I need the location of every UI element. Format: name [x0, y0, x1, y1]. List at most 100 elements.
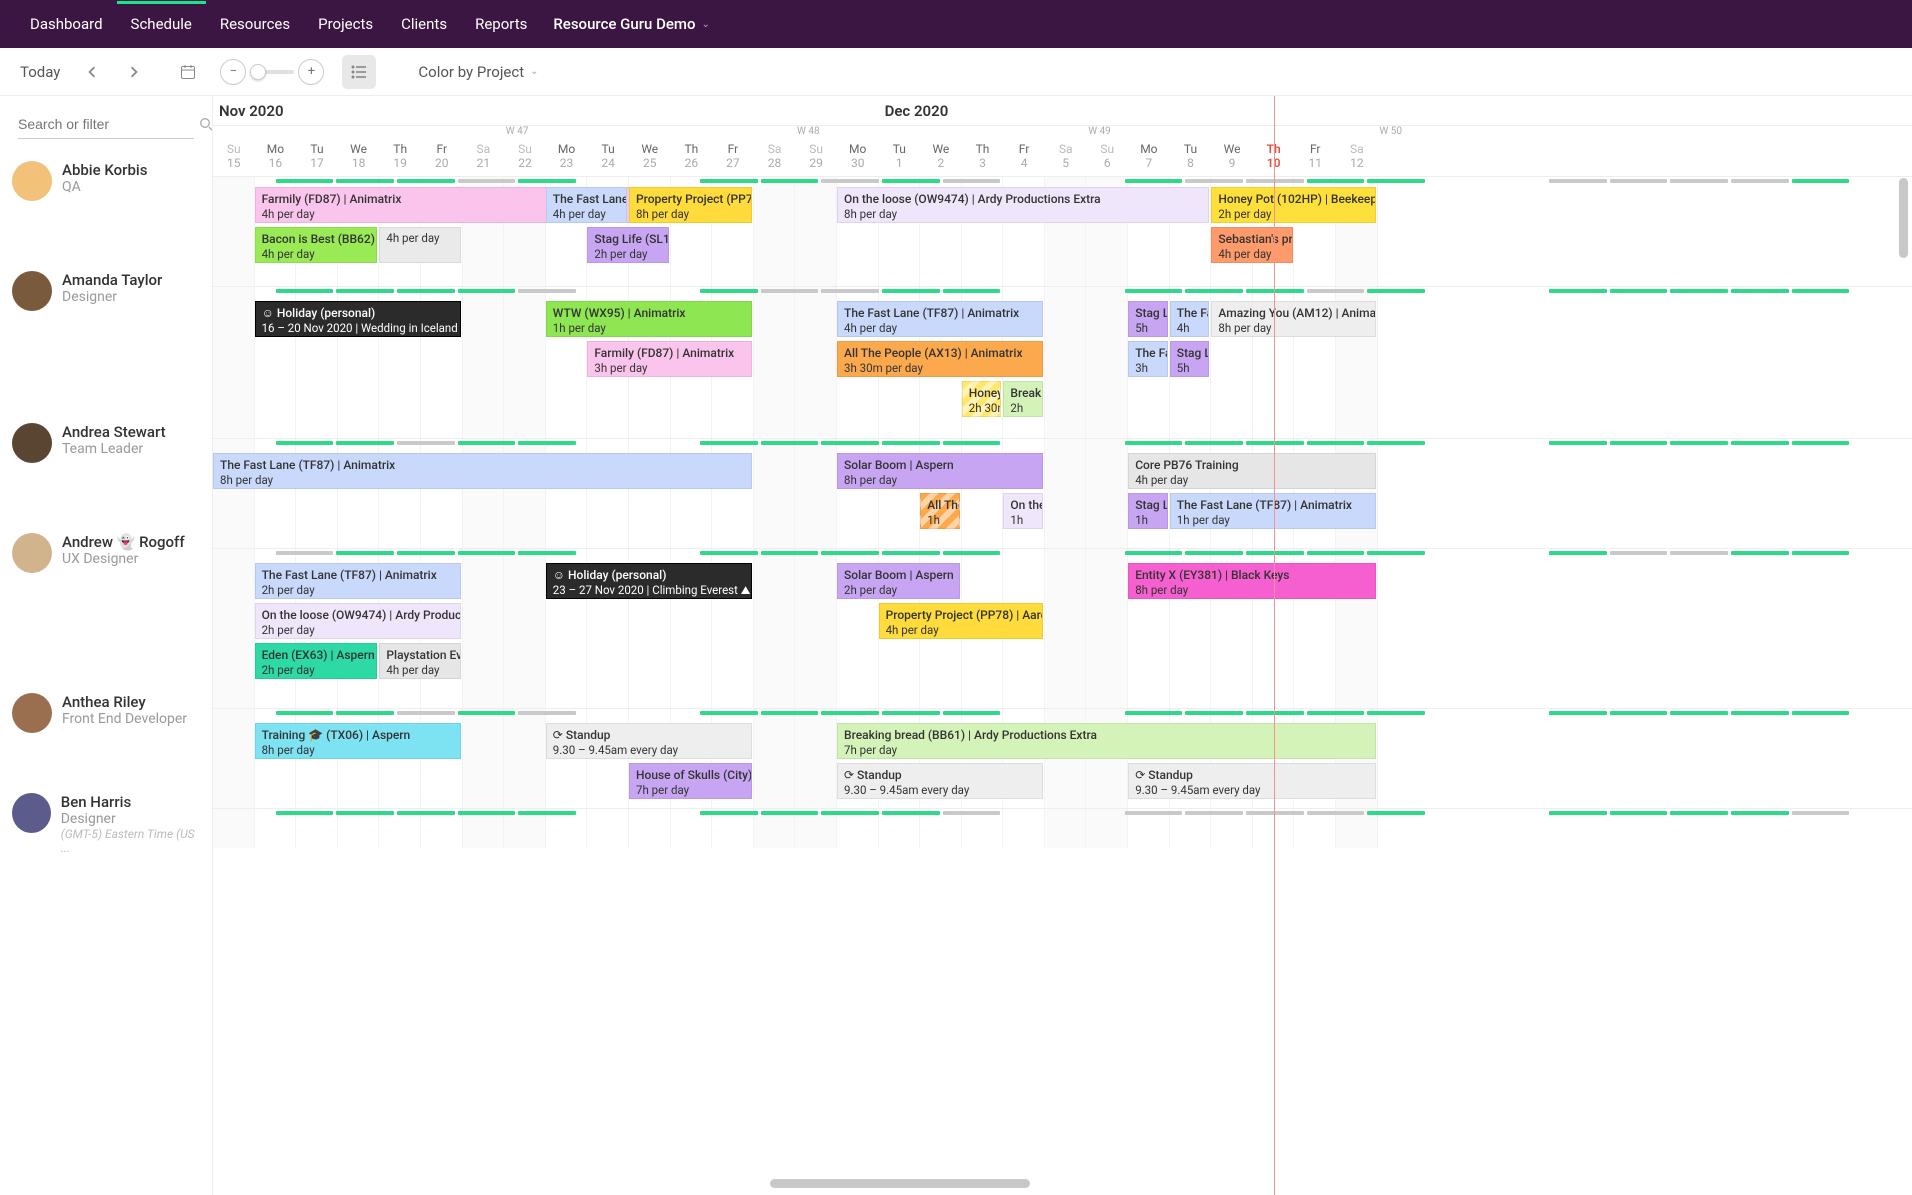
day-header[interactable]: Th19 [379, 140, 421, 176]
horizontal-scrollbar[interactable] [210, 1179, 1892, 1191]
day-header[interactable]: Fr20 [421, 140, 463, 176]
booking[interactable]: On the loose (OW9474) | Ardy Productions… [837, 187, 1209, 223]
day-header[interactable]: Su6 [1086, 140, 1128, 176]
day-header[interactable]: Sa28 [754, 140, 796, 176]
nav-projects[interactable]: Projects [304, 1, 387, 47]
timeline-row[interactable]: ☺ Holiday (personal)16 – 20 Nov 2020 | W… [213, 286, 1912, 438]
zoom-slider[interactable] [250, 70, 294, 74]
day-header[interactable]: Tu24 [587, 140, 629, 176]
search-input[interactable] [18, 116, 199, 132]
account-switcher[interactable]: Resource Guru Demo ⌄ [553, 15, 710, 33]
prev-button[interactable] [76, 56, 108, 88]
day-header[interactable]: Su15 [213, 140, 255, 176]
booking[interactable]: Training 🎓 (TX06) | Aspern8h per day [255, 723, 461, 759]
booking[interactable]: Honey Pot2h 30m [962, 381, 1002, 417]
booking[interactable]: ☺ Holiday (personal)23 – 27 Nov 2020 | C… [546, 563, 752, 599]
day-header[interactable]: We25 [629, 140, 671, 176]
day-header[interactable]: Sa21 [463, 140, 505, 176]
day-header[interactable]: Sa5 [1045, 140, 1087, 176]
zoom-out-button[interactable]: − [220, 59, 246, 85]
booking[interactable]: House of Skulls (City) (HF)7h per day [629, 763, 752, 799]
booking[interactable]: Sebastian's project4h per day [1211, 227, 1292, 263]
timeline-row[interactable]: The Fast Lane (TF87) | Animatrix8h per d… [213, 438, 1912, 548]
booking[interactable]: The Fast Lane (TF87) | Animatrix4h per d… [837, 301, 1043, 337]
resource-row[interactable]: Amanda TaylorDesigner [0, 259, 212, 411]
day-header[interactable]: Fr27 [712, 140, 754, 176]
zoom-handle[interactable] [250, 64, 266, 80]
booking[interactable]: Stag Life5h [1170, 341, 1210, 377]
day-header[interactable]: Th3 [962, 140, 1004, 176]
booking[interactable]: ⟳ Standup9.30 – 9.45am every day [546, 723, 752, 759]
booking[interactable]: Stag Life (SL13)5h [1128, 301, 1168, 337]
booking[interactable]: Farmily (FD87) | Animatrix3h per day [587, 341, 751, 377]
booking[interactable]: All The People1h [920, 493, 960, 529]
day-header[interactable]: Th26 [671, 140, 713, 176]
booking[interactable]: WTW (WX95) | Animatrix1h per day [546, 301, 752, 337]
booking[interactable]: Stag Life1h [1128, 493, 1168, 529]
booking[interactable]: Property Project (PP78) | Aardvark4h per… [879, 603, 1043, 639]
day-header[interactable]: Fr11 [1294, 140, 1336, 176]
today-button[interactable]: Today [20, 63, 60, 81]
nav-clients[interactable]: Clients [387, 1, 461, 47]
booking[interactable]: Core PB76 Training4h per day [1128, 453, 1376, 489]
booking[interactable]: Eden (EX63) | Aspern2h per day [255, 643, 378, 679]
nav-reports[interactable]: Reports [461, 1, 541, 47]
booking[interactable]: Stag Life (SL13)2h per day [587, 227, 668, 263]
day-header[interactable]: We2 [920, 140, 962, 176]
booking[interactable]: ⟳ Standup9.30 – 9.45am every day [1128, 763, 1376, 799]
resource-row[interactable]: Ben HarrisDesigner(GMT-5) Eastern Time (… [0, 781, 212, 821]
day-header[interactable]: We18 [338, 140, 380, 176]
booking[interactable]: The Fast Lane4h [1170, 301, 1210, 337]
booking[interactable]: Solar Boom | Aspern8h per day [837, 453, 1043, 489]
day-header[interactable]: Tu8 [1170, 140, 1212, 176]
resource-row[interactable]: Abbie KorbisQA [0, 149, 212, 259]
color-by-dropdown[interactable]: Color by Project ⌄ [418, 63, 538, 81]
resource-row[interactable]: Andrea StewartTeam Leader [0, 411, 212, 521]
booking[interactable]: The Fast Lane (TF87) | Animatrix1h per d… [1170, 493, 1376, 529]
zoom-in-button[interactable]: + [298, 59, 324, 85]
booking[interactable]: The Fast Lane3h [1128, 341, 1168, 377]
booking[interactable]: Entity X (EY381) | Black Keys8h per day [1128, 563, 1376, 599]
booking[interactable]: All The People (AX13) | Animatrix3h 30m … [837, 341, 1043, 377]
timeline-row[interactable] [213, 808, 1912, 848]
booking[interactable]: 4h per day [379, 227, 460, 263]
next-button[interactable] [118, 56, 150, 88]
booking[interactable]: Breaking bread (BB61) | Ardy Productions… [837, 723, 1376, 759]
booking[interactable]: Breaking bread2h [1003, 381, 1043, 417]
booking[interactable]: Property Project (PP78) | Aardvark8h per… [629, 187, 752, 223]
booking[interactable]: ☺ Holiday (personal)16 – 20 Nov 2020 | W… [255, 301, 461, 337]
resource-row[interactable]: Anthea RileyFront End Developer [0, 681, 212, 781]
nav-resources[interactable]: Resources [206, 1, 304, 47]
timeline-row[interactable]: Training 🎓 (TX06) | Aspern8h per day ⟳ St… [213, 708, 1912, 808]
resource-row[interactable]: Andrew 👻 RogoffUX Designer [0, 521, 212, 681]
day-header[interactable]: Mo16 [255, 140, 297, 176]
vertical-scrollbar[interactable] [1899, 178, 1908, 258]
day-header[interactable]: Tu17 [296, 140, 338, 176]
nav-schedule[interactable]: Schedule [117, 1, 206, 47]
day-header[interactable]: Fr4 [1003, 140, 1045, 176]
search-filter[interactable] [18, 116, 194, 139]
booking[interactable]: Bacon is Best (BB62) | Ardy Productions4… [255, 227, 378, 263]
booking[interactable]: On the loose1h [1003, 493, 1043, 529]
calendar-picker-button[interactable] [172, 56, 204, 88]
day-header[interactable]: Tu1 [879, 140, 921, 176]
booking[interactable]: Honey Pot (102HP) | Beekeepers2h per day [1211, 187, 1375, 223]
booking[interactable]: The Fast Lane (TF87) | Animatrix2h per d… [255, 563, 461, 599]
day-header[interactable]: Mo30 [837, 140, 879, 176]
booking[interactable]: Amazing You (AM12) | Animatrix8h per day [1211, 301, 1375, 337]
booking[interactable]: Solar Boom | Aspern2h per day [837, 563, 960, 599]
booking[interactable]: The Fast Lane (TF87) | Animatrix8h per d… [213, 453, 752, 489]
day-header[interactable]: We9 [1211, 140, 1253, 176]
scroll-thumb[interactable] [770, 1179, 1030, 1188]
day-header[interactable]: Su29 [795, 140, 837, 176]
day-header[interactable]: Mo23 [546, 140, 588, 176]
day-header[interactable]: Su22 [504, 140, 546, 176]
legend-toggle-button[interactable] [342, 55, 376, 89]
booking[interactable]: The Fast Lane (TF87) | Animatrix4h per d… [546, 187, 627, 223]
nav-dashboard[interactable]: Dashboard [16, 1, 117, 47]
booking[interactable]: On the loose (OW9474) | Ardy Productions… [255, 603, 461, 639]
timeline-row[interactable]: The Fast Lane (TF87) | Animatrix2h per d… [213, 548, 1912, 708]
day-header[interactable]: Mo7 [1128, 140, 1170, 176]
day-header[interactable]: Sa12 [1336, 140, 1378, 176]
booking[interactable]: ⟳ Standup9.30 – 9.45am every day [837, 763, 1043, 799]
